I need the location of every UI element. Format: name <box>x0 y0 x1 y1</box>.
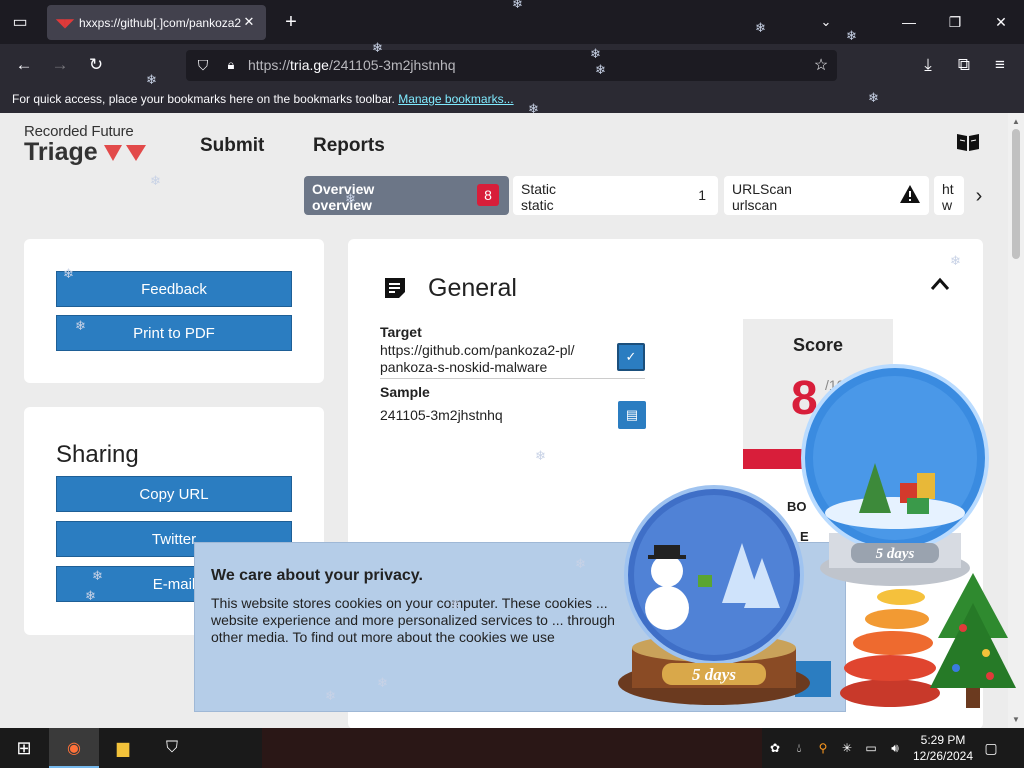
tab-static[interactable]: Static static 1 <box>513 176 718 215</box>
tray-drop-icon[interactable]: 💧︎ <box>790 739 808 757</box>
sample-label: Sample <box>380 384 430 400</box>
tab-overview[interactable]: Overview overview 8 <box>304 176 509 215</box>
target-label: Target <box>380 324 422 340</box>
reload-icon[interactable]: ↻ <box>82 52 110 78</box>
actions-card: Feedback Print to PDF <box>24 239 324 383</box>
url-bar[interactable]: ⛉ 🔒︎ https://tria.ge/241105-3m2jhstnhq ☆ <box>186 50 837 81</box>
christmas-tree-icon <box>930 573 1016 708</box>
tab-static-count: 1 <box>698 187 706 203</box>
book-icon[interactable] <box>955 131 981 153</box>
browser-tab-bar: ▭ ◥◤ hxxps://github[.]com/pankoza2 ✕ + ⌄… <box>0 0 1024 44</box>
taskbar-clock[interactable]: 5:29 PM 12/26/2024 <box>910 732 976 764</box>
sharing-title: Sharing <box>56 441 139 468</box>
extensions-icon[interactable]: ⧉ <box>950 52 978 78</box>
general-title: General <box>428 274 517 302</box>
volume-icon[interactable]: 🔊︎ <box>886 739 904 757</box>
browser-nav-bar: ← → ↻ ⛉ 🔒︎ https://tria.ge/241105-3m2jhs… <box>0 44 1024 86</box>
score-title: Score <box>792 335 844 355</box>
tab-list-icon[interactable]: ▭ <box>8 10 32 34</box>
page-content: Recorded Future Triage Submit Reports Ov… <box>0 113 1024 728</box>
divider <box>380 378 645 379</box>
tab-overview-sublabel: overview <box>312 197 372 213</box>
document-icon <box>385 278 405 298</box>
bookmarks-hint: For quick access, place your bookmarks h… <box>12 92 395 106</box>
snow-globe-snowman: 5 days <box>618 485 810 705</box>
scroll-up-icon[interactable]: ▲ <box>1011 116 1021 126</box>
notification-icon[interactable]: ▢ <box>982 739 1000 757</box>
score-badge: 8 <box>477 184 499 206</box>
tab-html[interactable]: ht w <box>934 176 964 215</box>
snow-globe-gifts: 5 days <box>801 364 989 586</box>
target-value-line2: pankoza-s-noskid-malware <box>380 359 548 375</box>
copy-target-button[interactable]: ✓ <box>617 343 645 371</box>
sample-value: 241105-3m2jhstnhq <box>380 407 503 423</box>
warning-icon <box>900 185 920 203</box>
tab-html-label: ht <box>942 181 954 197</box>
tab-title: hxxps://github[.]com/pankoza2 <box>79 15 242 30</box>
privacy-title: We care about your privacy. <box>211 567 423 584</box>
nav-submit[interactable]: Submit <box>200 135 264 157</box>
file-explorer-icon[interactable]: ▆ <box>109 734 137 762</box>
security-shield-icon[interactable]: ⛉ <box>158 734 186 762</box>
close-tab-icon[interactable]: ✕ <box>240 13 258 31</box>
bookmark-star-icon[interactable]: ☆ <box>811 55 831 75</box>
windows-start-icon[interactable]: ⊞ <box>10 734 38 762</box>
chevron-up-icon[interactable] <box>930 277 950 291</box>
tab-static-sublabel: static <box>521 197 554 213</box>
lock-icon[interactable]: 🔒︎ <box>222 56 240 74</box>
desktop-wallpaper <box>262 728 762 768</box>
minimize-icon[interactable]: — <box>894 8 924 36</box>
feedback-button[interactable]: Feedback <box>56 271 292 307</box>
snowflake-icon: ❄ <box>150 173 161 188</box>
tab-urlscan-label: URLScan <box>732 181 792 197</box>
browser-tab[interactable]: ◥◤ hxxps://github[.]com/pankoza2 ✕ <box>47 5 266 40</box>
download-icon[interactable]: ⤓ <box>914 52 942 78</box>
bookmarks-toolbar: For quick access, place your bookmarks h… <box>0 86 1024 113</box>
tray-sparkle-icon[interactable]: ✳ <box>838 739 856 757</box>
shield-icon[interactable]: ⛉ <box>194 56 212 74</box>
chevron-right-icon[interactable]: › <box>969 185 989 207</box>
forward-icon[interactable]: → <box>46 52 74 78</box>
back-icon[interactable]: ← <box>10 52 38 78</box>
windows-taskbar: ⊞ ◉ ▆ ⛉ ✿ 💧︎ ⚲ ✳ ▭ 🔊︎ 5:29 PM 12/26/2024… <box>0 728 1024 768</box>
triage-logo-icon <box>104 145 146 161</box>
search-icon[interactable]: ⚲ <box>814 739 832 757</box>
firefox-icon[interactable]: ◉ <box>60 734 88 762</box>
tab-urlscan[interactable]: URLScan urlscan <box>724 176 929 215</box>
globe-label: 5 days <box>876 546 915 562</box>
new-tab-icon[interactable]: + <box>279 10 303 34</box>
scroll-thumb[interactable] <box>1012 129 1020 259</box>
copy-url-button[interactable]: Copy URL <box>56 476 292 512</box>
print-pdf-button[interactable]: Print to PDF <box>56 315 292 351</box>
tab-urlscan-sublabel: urlscan <box>732 197 778 213</box>
target-value-line1: https://github.com/pankoza2-pl/ <box>380 342 575 358</box>
triage-favicon-icon: ◥◤ <box>55 15 75 30</box>
tray-app-icon[interactable]: ✿ <box>766 739 784 757</box>
copy-sample-button[interactable]: ▤ <box>618 401 646 429</box>
chevron-down-icon[interactable]: ⌄ <box>814 10 838 34</box>
url-path: /241105-3m2jhstnhq <box>328 57 456 73</box>
restore-icon[interactable]: ❐ <box>940 8 970 36</box>
menu-icon[interactable]: ≡ <box>986 52 1014 78</box>
clock-time: 5:29 PM <box>920 733 966 747</box>
manage-bookmarks-link[interactable]: Manage bookmarks... <box>398 92 513 106</box>
url-scheme: https:// <box>248 57 291 73</box>
tab-overview-label: Overview <box>312 181 375 197</box>
nav-reports[interactable]: Reports <box>313 135 385 157</box>
privacy-text: This website stores cookies on your comp… <box>211 595 615 645</box>
clock-date: 12/26/2024 <box>912 749 974 763</box>
close-window-icon[interactable]: ✕ <box>986 8 1016 36</box>
tab-html-sublabel: w <box>942 197 953 213</box>
logo-triage[interactable]: Triage <box>24 138 98 167</box>
globe-label: 5 days <box>692 665 736 684</box>
url-text[interactable]: https://tria.ge/241105-3m2jhstnhq <box>248 57 456 73</box>
url-host: tria.ge <box>290 57 329 73</box>
network-icon[interactable]: ▭ <box>862 739 880 757</box>
tab-static-label: Static <box>521 181 557 197</box>
